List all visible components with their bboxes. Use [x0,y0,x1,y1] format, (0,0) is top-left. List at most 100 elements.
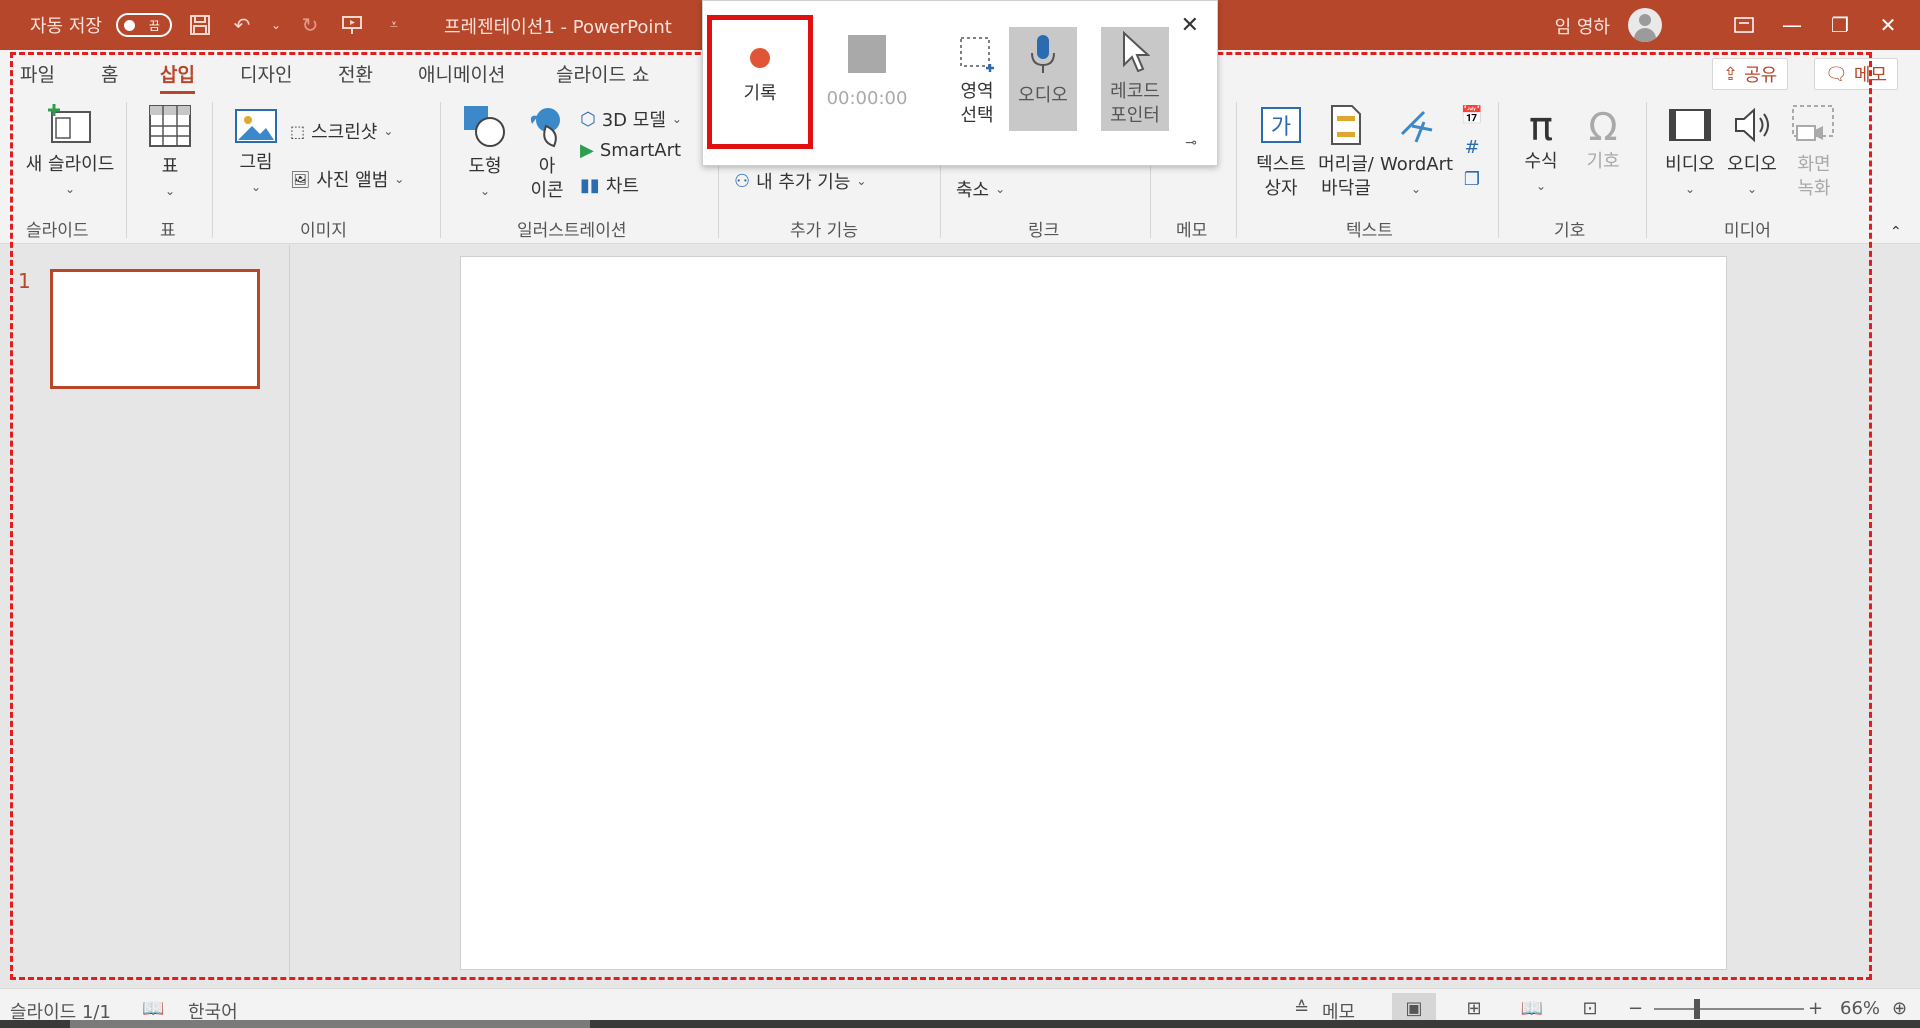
share-button[interactable]: ⇪ 공유 [1712,58,1789,90]
audio-toggle-button[interactable]: 오디오 [1009,27,1077,131]
screen-recording-button[interactable]: 화면 녹화 [1786,104,1842,201]
slide-thumbnail[interactable] [50,269,260,389]
record-button[interactable]: 기록 [707,15,813,149]
textbox-label-line1: 텍스트 [1256,154,1306,175]
record-pointer-label-line1: 레코드 [1110,81,1160,102]
comments-button[interactable]: 🗨 메모 [1814,58,1898,90]
header-footer-label-line2: 바닥글 [1321,178,1371,199]
smartart-icon: ▶ [580,140,594,161]
tab-animations[interactable]: 애니메이션 [418,60,505,87]
user-avatar-icon[interactable] [1628,8,1662,42]
slide-canvas[interactable] [460,256,1727,970]
zoom-slider[interactable] [1654,1008,1804,1010]
chevron-down-icon: ⌄ [250,180,262,194]
audio-label: 오디오 [1727,154,1777,175]
notes-icon[interactable]: ≙ [1294,998,1309,1019]
screenshot-icon: ⬚ [290,121,306,141]
table-label: 표 [161,156,179,177]
audio-button[interactable]: 오디오 ⌄ [1722,104,1782,201]
omega-icon: Ω [1588,105,1618,149]
wordart-button[interactable]: WordArt ⌄ [1380,104,1454,201]
new-slide-button[interactable]: 새 슬라이드 ⌄ [14,104,126,201]
textbox-button[interactable]: 가 텍스트 상자 [1250,104,1312,201]
minimize-icon[interactable]: — [1770,8,1814,42]
group-label-text: 텍스트 [1346,221,1393,241]
save-icon[interactable] [186,11,214,39]
picture-button[interactable]: 그림 ⌄ [228,108,284,199]
icons-icon [530,108,560,148]
my-addins-button[interactable]: ⚇ 내 추가 기능 ⌄ [734,168,866,194]
chevron-down-icon: ⌄ [995,182,1006,196]
new-slide-icon [48,104,91,143]
tab-home[interactable]: 홈 [101,60,118,87]
group-divider [1236,102,1237,238]
shapes-label: 도형 [468,156,502,177]
zoom-label: 축소 [956,180,990,201]
collapse-ribbon-icon[interactable]: ⌃ [1890,220,1902,244]
slideshow-view-icon[interactable]: ⊡ [1568,993,1612,1023]
zoom-button[interactable]: 축소 ⌄ [956,176,1005,202]
chevron-down-icon: ⌄ [1684,182,1696,196]
cursor-pointer-icon [1123,30,1151,73]
video-button[interactable]: 비디오 ⌄ [1660,104,1720,201]
object-button[interactable]: ❐ [1458,168,1486,192]
autosave-toggle-label: 끔 [148,18,160,33]
slide-number-button[interactable]: # [1458,136,1486,160]
fit-to-window-icon[interactable]: ⊕ [1892,998,1907,1019]
customize-qat-icon[interactable]: ⩡ [380,11,408,39]
tab-file[interactable]: 파일 [20,60,55,87]
symbol-button[interactable]: Ω 기호 [1578,104,1628,174]
restore-icon[interactable]: ❐ [1818,8,1862,42]
zoom-slider-thumb[interactable] [1694,999,1700,1019]
zoom-out-icon[interactable]: − [1628,998,1643,1019]
header-footer-button[interactable]: 머리글/ 바닥글 [1314,104,1378,201]
smartart-button[interactable]: ▶ SmartArt [580,140,681,161]
undo-dropdown-icon[interactable]: ⌄ [270,11,282,39]
shapes-button[interactable]: 도형 ⌄ [456,104,514,203]
tab-transitions[interactable]: 전환 [338,60,373,87]
date-time-button[interactable]: 📅 [1458,104,1486,128]
icons-button[interactable]: 아 이콘 [520,104,574,203]
undo-icon[interactable]: ↶ [228,11,256,39]
speaker-icon [1735,107,1769,143]
autosave-toggle[interactable]: 끔 [115,13,172,37]
3d-models-button[interactable]: ⬡ 3D 모델 ⌄ [580,106,682,132]
user-name[interactable]: 임 영하 [1555,13,1610,39]
smartart-label: SmartArt [599,140,682,161]
wordart-label: WordArt [1380,154,1454,175]
reading-view-icon[interactable]: 📖 [1510,993,1554,1023]
zoom-in-icon[interactable]: + [1808,998,1823,1019]
group-label-illustration: 일러스트레이션 [517,221,627,241]
photo-album-icon: 🖼 [290,169,311,189]
picture-label: 그림 [239,152,273,173]
normal-view-icon[interactable]: ▣ [1392,993,1436,1023]
record-icon [750,48,770,68]
chevron-down-icon: ⌄ [64,182,76,196]
equation-button[interactable]: π 수식 ⌄ [1512,104,1570,198]
tab-slideshow[interactable]: 슬라이드 쇼 [556,60,649,87]
screen-recording-toolbar: 기록 00:00:00 영역 선택 오디오 레코드 포인터 ✕ ⊸ [702,0,1218,166]
record-pointer-button[interactable]: 레코드 포인터 [1101,27,1169,131]
close-icon[interactable]: ✕ [1181,13,1199,38]
pin-icon[interactable]: ⊸ [1185,135,1197,151]
ribbon-display-options-icon[interactable] [1722,8,1766,42]
tab-insert[interactable]: 삽입 [160,60,195,94]
table-button[interactable]: 표 ⌄ [140,104,200,203]
stop-button[interactable]: 00:00:00 [815,35,919,111]
spellcheck-icon[interactable]: 📖 [142,998,164,1019]
group-divider [212,102,213,238]
quick-access-toolbar: 자동 저장 끔 ↶ ⌄ ↻ ⩡ [0,0,408,50]
present-icon[interactable] [338,11,366,39]
share-label: 공유 [1744,65,1778,86]
close-window-icon[interactable]: ✕ [1866,8,1910,42]
chart-button[interactable]: ▮▮ 차트 [580,172,639,198]
zoom-level[interactable]: 66% [1840,998,1880,1019]
slide-sorter-icon[interactable]: ⊞ [1452,993,1496,1023]
redo-icon[interactable]: ↻ [296,11,324,39]
tab-design[interactable]: 디자인 [240,60,292,87]
chevron-down-icon: ⌄ [394,172,405,186]
screenshot-button[interactable]: ⬚ 스크린샷 ⌄ [290,118,393,144]
photo-album-button[interactable]: 🖼 사진 앨범 ⌄ [290,166,404,192]
group-label-table: 표 [160,221,176,241]
symbol-label: 기호 [1586,151,1620,172]
